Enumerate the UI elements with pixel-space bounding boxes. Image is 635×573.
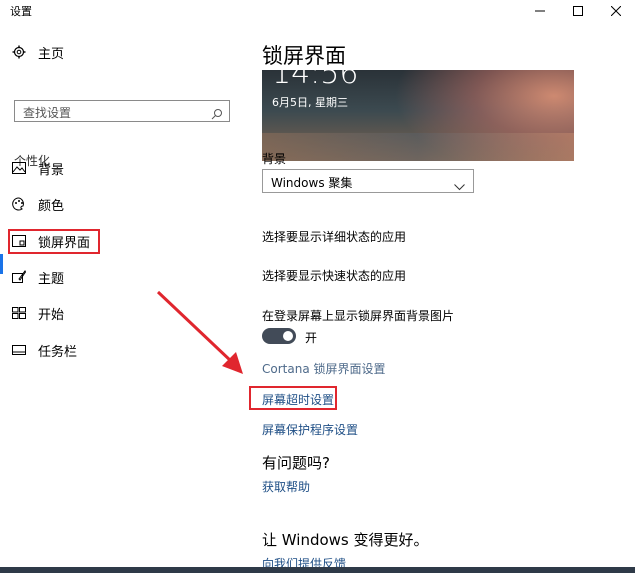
toggle-state-label: 开 [305,331,318,345]
background-select[interactable]: Windows 聚集 [262,169,474,193]
sidebar-item-themes[interactable]: 主题 [12,264,64,290]
search-input[interactable]: 查找设置 [14,100,230,122]
lock-screen-preview: 14:56 6月5日, 星期三 [262,70,574,161]
sidebar-item-background[interactable]: 背景 [12,155,64,181]
sidebar-item-home[interactable]: 主页 [12,39,64,65]
background-label: 背景 [262,152,287,166]
maximize-icon [573,6,583,16]
preview-date: 6月5日, 星期三 [272,96,348,109]
sidebar-item-taskbar[interactable]: 任务栏 [12,337,77,363]
cortana-lock-screen-link[interactable]: Cortana 锁屏界面设置 [262,360,386,377]
sidebar-item-label: 背景 [38,162,65,178]
theme-icon [12,270,26,284]
gear-icon [12,45,26,59]
sidebar-item-label: 开始 [38,307,65,323]
window-title: 设置 [10,5,32,18]
search-placeholder: 查找设置 [23,106,72,120]
taskbar-strip [0,567,635,573]
sidebar-item-label: 任务栏 [38,344,78,360]
sidebar-item-label: 主页 [38,46,65,62]
screensaver-link[interactable]: 屏幕保护程序设置 [262,421,358,438]
detailed-status-link[interactable]: 选择要显示详细状态的应用 [262,228,406,245]
highlight-box-lock-screen [8,229,100,254]
sidebar-item-colors[interactable]: 颜色 [12,191,64,217]
signin-background-label: 在登录屏幕上显示锁屏界面背景图片 [262,309,455,323]
main-content: 锁屏界面 14:56 6月5日, 星期三 背景 Windows 聚集 选择要显示… [248,22,635,571]
highlight-box-screen-timeout [249,386,337,410]
sidebar-item-start[interactable]: 开始 [12,300,64,326]
background-select-value: Windows 聚集 [271,176,353,190]
sidebar: 主页 查找设置 个性化 背景 颜色 锁屏界面 主题 开始 任务栏 [0,22,248,567]
title-bar: 设置 [0,0,635,22]
improve-heading: 让 Windows 变得更好。 [262,531,429,549]
signin-background-toggle[interactable] [262,328,296,344]
taskbar-icon [12,343,26,357]
minimize-button[interactable] [521,0,559,22]
sidebar-item-label: 主题 [38,271,65,287]
minimize-icon [535,10,545,12]
palette-icon [12,197,26,211]
selected-indicator [0,254,3,274]
sidebar-item-label: 颜色 [38,198,65,214]
picture-icon [12,161,26,175]
page-title: 锁屏界面 [262,44,346,68]
start-icon [12,306,26,320]
chevron-down-icon [454,176,465,195]
search-icon [211,105,223,124]
preview-time: 14:56 [272,70,359,91]
help-heading: 有问题吗? [262,454,330,472]
close-icon [611,6,621,16]
get-help-link[interactable]: 获取帮助 [262,478,310,495]
close-button[interactable] [597,0,635,22]
maximize-button[interactable] [559,0,597,22]
quick-status-link[interactable]: 选择要显示快速状态的应用 [262,267,406,284]
